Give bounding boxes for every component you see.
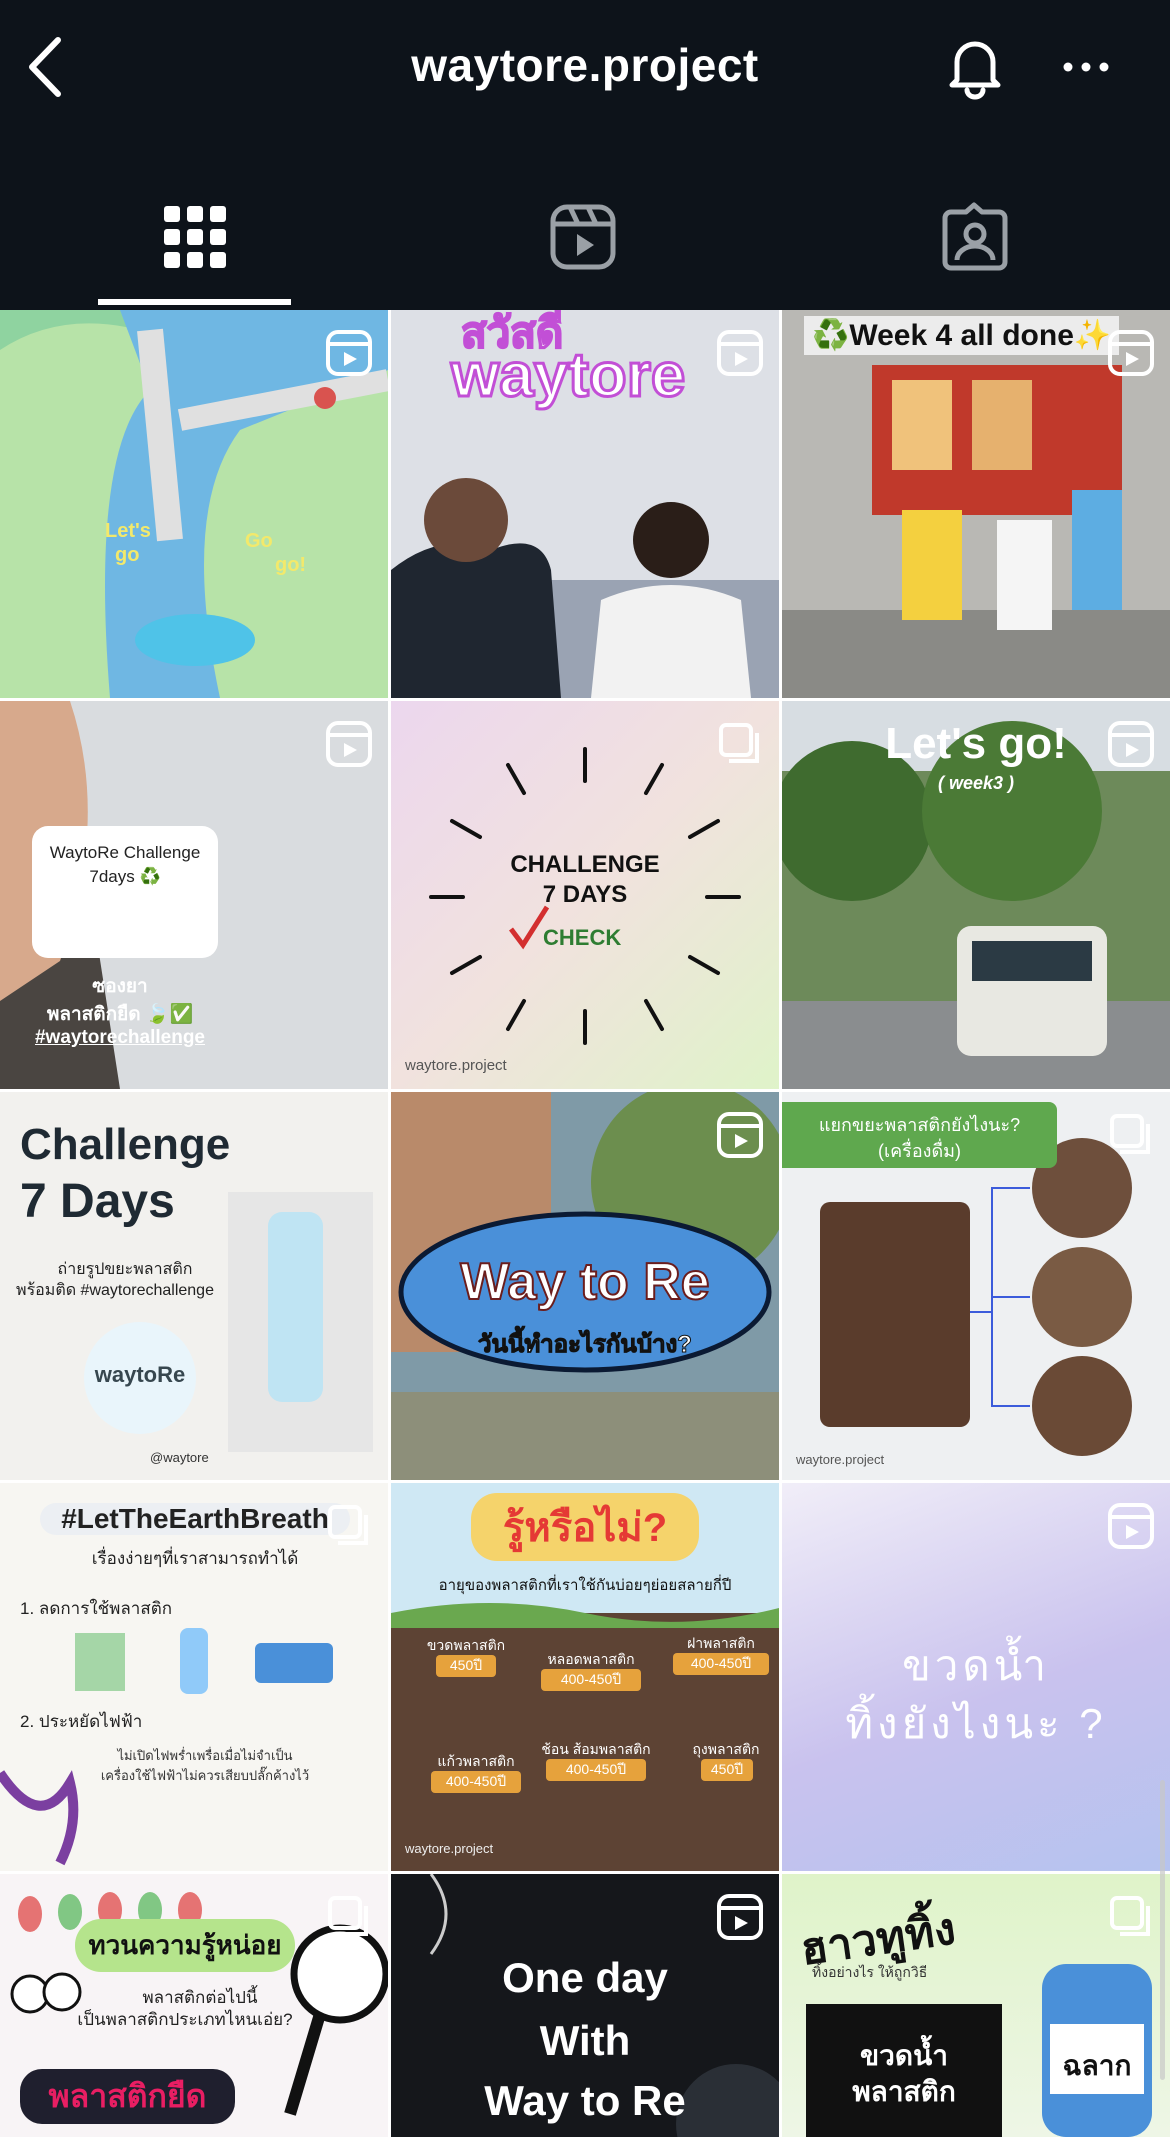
tab-tagged[interactable] (940, 202, 1010, 272)
tile-text: ขวดพลาสติก (426, 1637, 506, 1653)
tile-text: waytore.project (796, 1452, 885, 1467)
tile-text: รู้หรือไม่? (471, 1493, 699, 1561)
tile-text: ทิ้งอย่างไร ให้ถูกวิธี (812, 1964, 928, 1980)
tile-text: ( week3 ) (937, 773, 1015, 793)
tile-text: 450ปี (436, 1655, 496, 1677)
tile-text: ฝาพลาสติก (687, 1635, 755, 1651)
tile-text: ขวดน้ำ (902, 1642, 1050, 1689)
tile-text: พลาสติก (852, 2076, 956, 2107)
tile-text: 7days ♻️ (89, 867, 161, 886)
tile-text: WaytoRe Challenge (49, 843, 201, 862)
tile-text: พลาสติกยืด (20, 2069, 235, 2124)
post-tile[interactable]: Let's go Go go! (0, 310, 388, 698)
post-tile[interactable]: รู้หรือไม่? อายุของพลาสติกที่เราใช้กันบ่… (391, 1483, 779, 1871)
tile-text: พลาสติกยืด 🍃✅ (46, 1004, 194, 1025)
carousel-badge-icon (1106, 1892, 1156, 1942)
tile-text: เรื่องง่ายๆที่เราสามารถทำได้ (91, 1549, 299, 1568)
tile-text: Let's (105, 520, 151, 542)
post-tile[interactable]: ฮาวทูทิ้ง ทิ้งอย่างไร ให้ถูกวิธี ขวดน้ำ … (782, 1874, 1170, 2137)
tile-text: เป็นพลาสติกประเภทไหนเอ่ย? (77, 2010, 293, 2029)
reel-badge-icon (324, 719, 374, 769)
tile-text: go! (275, 554, 307, 576)
tile-text: #LetTheEarthBreath (40, 1503, 350, 1535)
posts-grid: Let's go Go go! สวัสดี waytore ♻️Week 4 … (0, 310, 1170, 2137)
tile-text: CHECK (543, 925, 622, 950)
reel-badge-icon (324, 328, 374, 378)
scrollbar[interactable] (1160, 1780, 1165, 2080)
tile-text: waytore (449, 340, 686, 412)
tile-text: Way to Re (459, 1252, 710, 1312)
tile-text: แยกขยะพลาสติกยังไงนะ? (818, 1115, 1021, 1135)
post-tile[interactable]: ♻️Week 4 all done✨ (782, 310, 1170, 698)
tile-text: ไม่เปิดไฟพร่ำเพรื่อเมื่อไม่จำเป็น (117, 1748, 293, 1763)
reel-badge-icon (715, 1110, 765, 1160)
tile-text: อายุของพลาสติกที่เราใช้กันบ่อยๆย่อยสลายก… (438, 1577, 732, 1594)
post-tile[interactable]: ขวดน้ำ ทิ้งยังไงนะ ? (782, 1483, 1170, 1871)
tile-text: 2. ประหยัดไฟฟ้า (20, 1712, 143, 1731)
carousel-badge-icon (1106, 1110, 1156, 1160)
tile-text: 450ปี (701, 1759, 753, 1781)
tile-text: 400-450ปี (673, 1653, 769, 1675)
post-tile[interactable]: WaytoRe Challenge 7days ♻️ ซองยา พลาสติก… (0, 701, 388, 1089)
post-tile[interactable]: Let's go! ( week3 ) (782, 701, 1170, 1089)
tile-text: 7 DAYS (542, 881, 628, 908)
post-tile[interactable]: One day With Way to Re (391, 1874, 779, 2137)
active-tab-indicator (98, 299, 291, 305)
tile-text: ซองยา (92, 976, 148, 997)
profile-tabs (0, 140, 1170, 308)
tile-text: 400-450ปี (546, 1759, 646, 1781)
tile-text: 7 Days (20, 1175, 175, 1228)
tile-text: ช้อน ส้อมพลาสติก (541, 1741, 651, 1757)
tile-text: Challenge (20, 1120, 231, 1169)
tab-reels[interactable] (548, 202, 618, 272)
reel-badge-icon (715, 1892, 765, 1942)
tile-text: One day (502, 1954, 668, 2001)
carousel-badge-icon (324, 1892, 374, 1942)
post-tile[interactable]: CHALLENGE 7 DAYS CHECK waytore.project (391, 701, 779, 1089)
tile-text: ทิ้งยังไงนะ ? (845, 1700, 1107, 1747)
tile-text: Go (245, 530, 273, 552)
tile-text: 400-450ปี (431, 1771, 521, 1793)
post-tile[interactable]: สวัสดี waytore (391, 310, 779, 698)
reel-badge-icon (1106, 1501, 1156, 1551)
reels-icon (550, 204, 616, 270)
tile-text: ถุงพลาสติก (692, 1741, 760, 1757)
tile-text: waytore.project (405, 1841, 494, 1856)
tile-text: ทวนความรู้หน่อย (75, 1919, 295, 1972)
reel-badge-icon (715, 328, 765, 378)
tile-text: go (115, 544, 140, 566)
tile-text: หลอดพลาสติก (547, 1651, 635, 1667)
reel-badge-icon (1106, 328, 1156, 378)
tile-text: วันนี้ทำอะไรกันบ้าง? (478, 1331, 693, 1359)
tile-text: 400-450ปี (541, 1669, 641, 1691)
tile-text: #waytorechallenge (34, 1027, 206, 1048)
post-tile[interactable]: Challenge 7 Days ถ่ายรูปขยะพลาสติก พร้อม… (0, 1092, 388, 1480)
tile-text: (เครื่องดื่ม) (877, 1141, 961, 1161)
tile-text: พร้อมติด #waytorechallenge (16, 1282, 214, 1299)
tile-text: เครื่องใช้ไฟฟ้าไม่ควรเสียบปลั๊กค้างไว้ (100, 1768, 310, 1783)
carousel-badge-icon (324, 1501, 374, 1551)
tile-text: waytore.project (405, 1057, 507, 1074)
reel-badge-icon (1106, 719, 1156, 769)
tile-text: waytoRe (94, 1362, 186, 1387)
tile-text: With (539, 2017, 631, 2064)
post-tile[interactable]: Way to Re วันนี้ทำอะไรกันบ้าง? (391, 1092, 779, 1480)
more-options-icon[interactable] (1060, 55, 1112, 79)
top-bar: waytore.project (0, 0, 1170, 140)
post-tile[interactable]: แยกขยะพลาสติกยังไงนะ? (เครื่องดื่ม) wayt… (782, 1092, 1170, 1480)
tile-text: ฉลาก (1062, 2050, 1132, 2081)
tile-text: ♻️Week 4 all done✨ (804, 316, 1120, 355)
carousel-badge-icon (715, 719, 765, 769)
tile-text: 1. ลดการใช้พลาสติก (20, 1599, 173, 1618)
post-tile[interactable]: ทวนความรู้หน่อย พลาสติกต่อไปนี้ เป็นพลาส… (0, 1874, 388, 2137)
tile-text: แก้วพลาสติก (437, 1753, 515, 1769)
tagged-icon (942, 202, 1008, 271)
grid-icon (164, 206, 226, 268)
tile-text: @waytore (150, 1450, 209, 1465)
tile-text: CHALLENGE (510, 851, 660, 878)
bell-icon[interactable] (945, 34, 1005, 100)
tab-posts[interactable] (160, 202, 230, 272)
post-tile[interactable]: #LetTheEarthBreath เรื่องง่ายๆที่เราสามา… (0, 1483, 388, 1871)
tile-text: Way to Re (484, 2077, 686, 2124)
